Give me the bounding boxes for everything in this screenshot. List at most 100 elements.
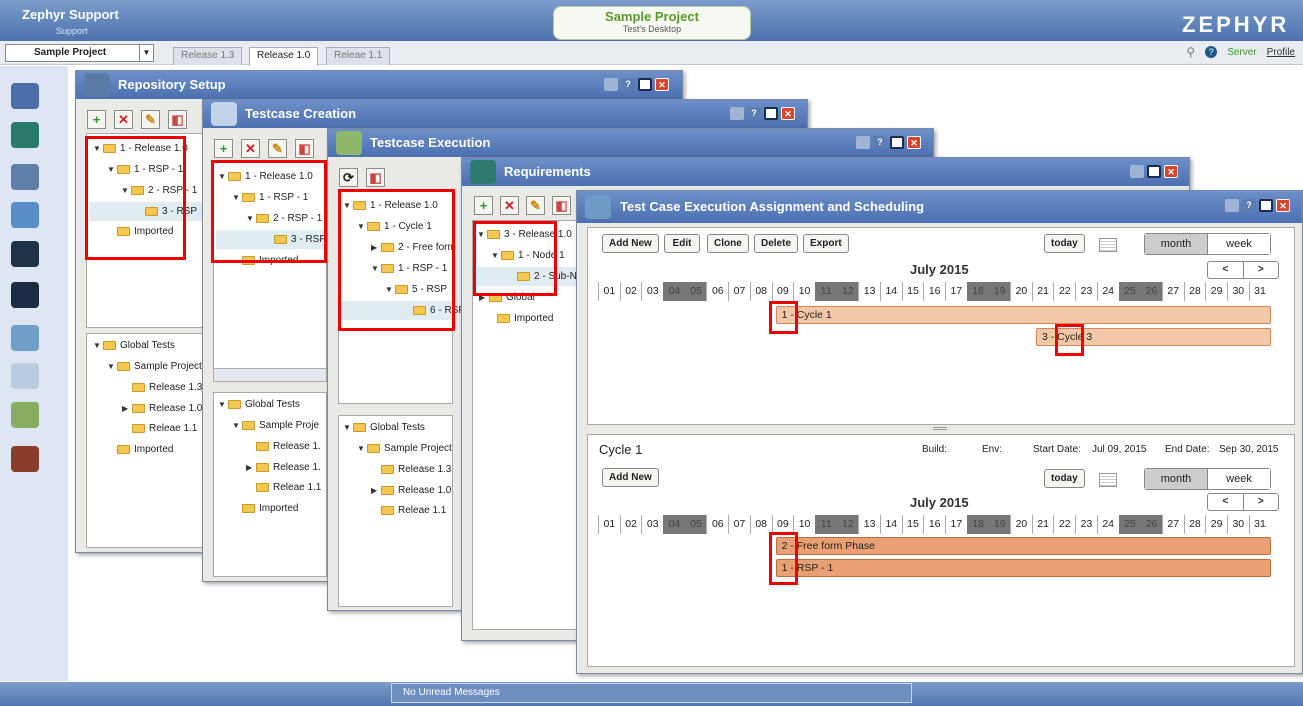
tree-node[interactable]: ▼ 1 - Node 1 [491,250,565,261]
import-icon[interactable]: ◧ [168,110,187,129]
minimize-button[interactable] [1130,165,1144,178]
close-button[interactable]: ✕ [781,107,795,120]
window-title[interactable]: Testcase Execution [328,129,933,157]
tree-node[interactable]: ▼ 1 - Release 1.0 [93,143,188,154]
tree-node[interactable]: ▼ 1 - RSP - 1 [232,192,308,203]
tree-node[interactable]: 6 - RSP [413,305,465,316]
repository-icon[interactable] [11,83,39,109]
next-month-button[interactable]: > [1242,494,1279,510]
help-icon[interactable]: ? [1205,46,1218,58]
delete-icon[interactable]: ✕ [500,196,519,215]
add-new-button[interactable]: Add New [602,468,659,487]
tree-node[interactable]: ▼ 3 - Release 1.0 [477,229,572,240]
refresh-icon[interactable]: ⟳ [339,168,358,187]
tree-node[interactable]: Release 1. [256,441,321,452]
month-view-button[interactable]: month [1145,234,1207,254]
tree-node[interactable]: 2 - Sub-N [517,271,577,282]
splitter-handle[interactable] [933,427,947,430]
add-new-button[interactable]: Add New [602,234,659,253]
tree-node[interactable]: Imported [242,255,298,266]
minimize-button[interactable] [1225,199,1239,212]
add-icon[interactable]: + [474,196,493,215]
add-icon[interactable]: + [214,139,233,158]
tree-node[interactable]: ▼ 5 - RSP [385,284,447,295]
close-button[interactable]: ✕ [907,136,921,149]
delete-icon[interactable]: ✕ [114,110,133,129]
export-button[interactable]: Export [803,234,849,253]
maximize-button[interactable] [1147,165,1161,178]
help-button[interactable]: ? [1242,199,1256,212]
delete-button[interactable]: Delete [754,234,799,253]
tree-node[interactable]: ▼ 2 - RSP - 1 [121,185,197,196]
maximize-button[interactable] [1259,199,1273,212]
close-button[interactable]: ✕ [1276,199,1290,212]
tree-node[interactable]: Imported [242,503,298,514]
close-button[interactable]: ✕ [1164,165,1178,178]
tree-node[interactable]: ▼ 1 - Cycle 1 [357,221,432,232]
tree-node[interactable]: Release 1.3 [132,382,202,393]
tree-node[interactable]: 3 - RSP [274,234,326,245]
minimize-button[interactable] [730,107,744,120]
maximize-button[interactable] [764,107,778,120]
calendar-icon[interactable] [1099,238,1117,252]
add-icon[interactable]: + [87,110,106,129]
tree-node[interactable]: ▼ Sample Project [357,443,452,454]
minimize-button[interactable] [604,78,618,91]
clone-button[interactable]: Clone [707,234,749,253]
tree-node[interactable]: Imported [117,226,173,237]
tab-releae-1-1[interactable]: Releae 1.1 [326,47,391,65]
tree-node[interactable]: Imported [497,313,553,324]
messages-box[interactable]: No Unread Messages [391,683,912,703]
tree-node[interactable]: Releae 1.1 [256,482,321,493]
metrics-chart-icon[interactable] [11,282,39,308]
test-planning-icon[interactable] [11,202,39,228]
tree-node[interactable]: ▶ Release 1.0 [122,403,202,414]
prev-month-button[interactable]: < [1208,494,1243,510]
edit-icon[interactable]: ✎ [526,196,545,215]
search-icon[interactable]: ⚲ [1186,45,1195,59]
dashboard-icon[interactable] [11,241,39,267]
import-icon[interactable]: ◧ [366,168,385,187]
prev-month-button[interactable]: < [1208,262,1243,278]
import-icon[interactable]: ◧ [552,196,571,215]
tree-node[interactable]: ▶ 2 - Free form [371,242,456,253]
project-card[interactable]: Sample Project Test's Desktop [553,6,751,40]
tree-node[interactable]: ▼ 1 - RSP - 1 [371,263,447,274]
calendar-icon[interactable] [1099,473,1117,487]
today-button[interactable]: today [1044,234,1085,253]
requirements-book-icon[interactable] [11,122,39,148]
project-select[interactable]: Sample Project ▼ [5,44,154,62]
tree-node[interactable]: ▶ Global [479,292,535,303]
tree-node[interactable]: Imported [117,444,173,455]
close-button[interactable]: ✕ [655,78,669,91]
tree-node[interactable]: Releae 1.1 [132,423,197,434]
tree-node[interactable]: ▼ Global Tests [343,422,425,433]
tree-node[interactable]: ▶ Release 1.0 [371,485,451,496]
edit-icon[interactable]: ✎ [141,110,160,129]
defect-tracking-icon[interactable] [11,446,39,472]
testcase-list-icon[interactable] [11,325,39,351]
edit-button[interactable]: Edit [664,234,700,253]
tab-release-1-0[interactable]: Release 1.0 [249,47,319,66]
next-month-button[interactable]: > [1242,262,1279,278]
schedule-bar[interactable]: 2 - Free form Phase [775,537,1271,555]
tree-node[interactable]: ▼ Global Tests [218,399,300,410]
maximize-button[interactable] [638,78,652,91]
minimize-button[interactable] [856,136,870,149]
window-title[interactable]: Testcase Creation [203,100,807,128]
tree-node[interactable]: Release 1.3 [381,464,451,475]
schedule-bar[interactable]: 3 - Cycle 3 [1036,328,1271,346]
server-link[interactable]: Server [1227,47,1256,58]
tree-node[interactable]: ▼ Sample Project [107,361,202,372]
tree-node[interactable]: 3 - RSP [145,206,197,217]
horizontal-scrollbar[interactable] [214,368,326,381]
testcase-execution-icon[interactable] [11,402,39,428]
tree-node[interactable]: Releae 1.1 [381,505,446,516]
window-title[interactable]: Requirements [462,158,1189,186]
month-view-button[interactable]: month [1145,469,1207,489]
edit-icon[interactable]: ✎ [268,139,287,158]
tree-node[interactable]: ▼ Sample Proje [232,420,319,431]
profile-link[interactable]: Profile [1267,47,1295,58]
maximize-button[interactable] [890,136,904,149]
tree-node[interactable]: ▼ 1 - RSP - 1 [107,164,183,175]
